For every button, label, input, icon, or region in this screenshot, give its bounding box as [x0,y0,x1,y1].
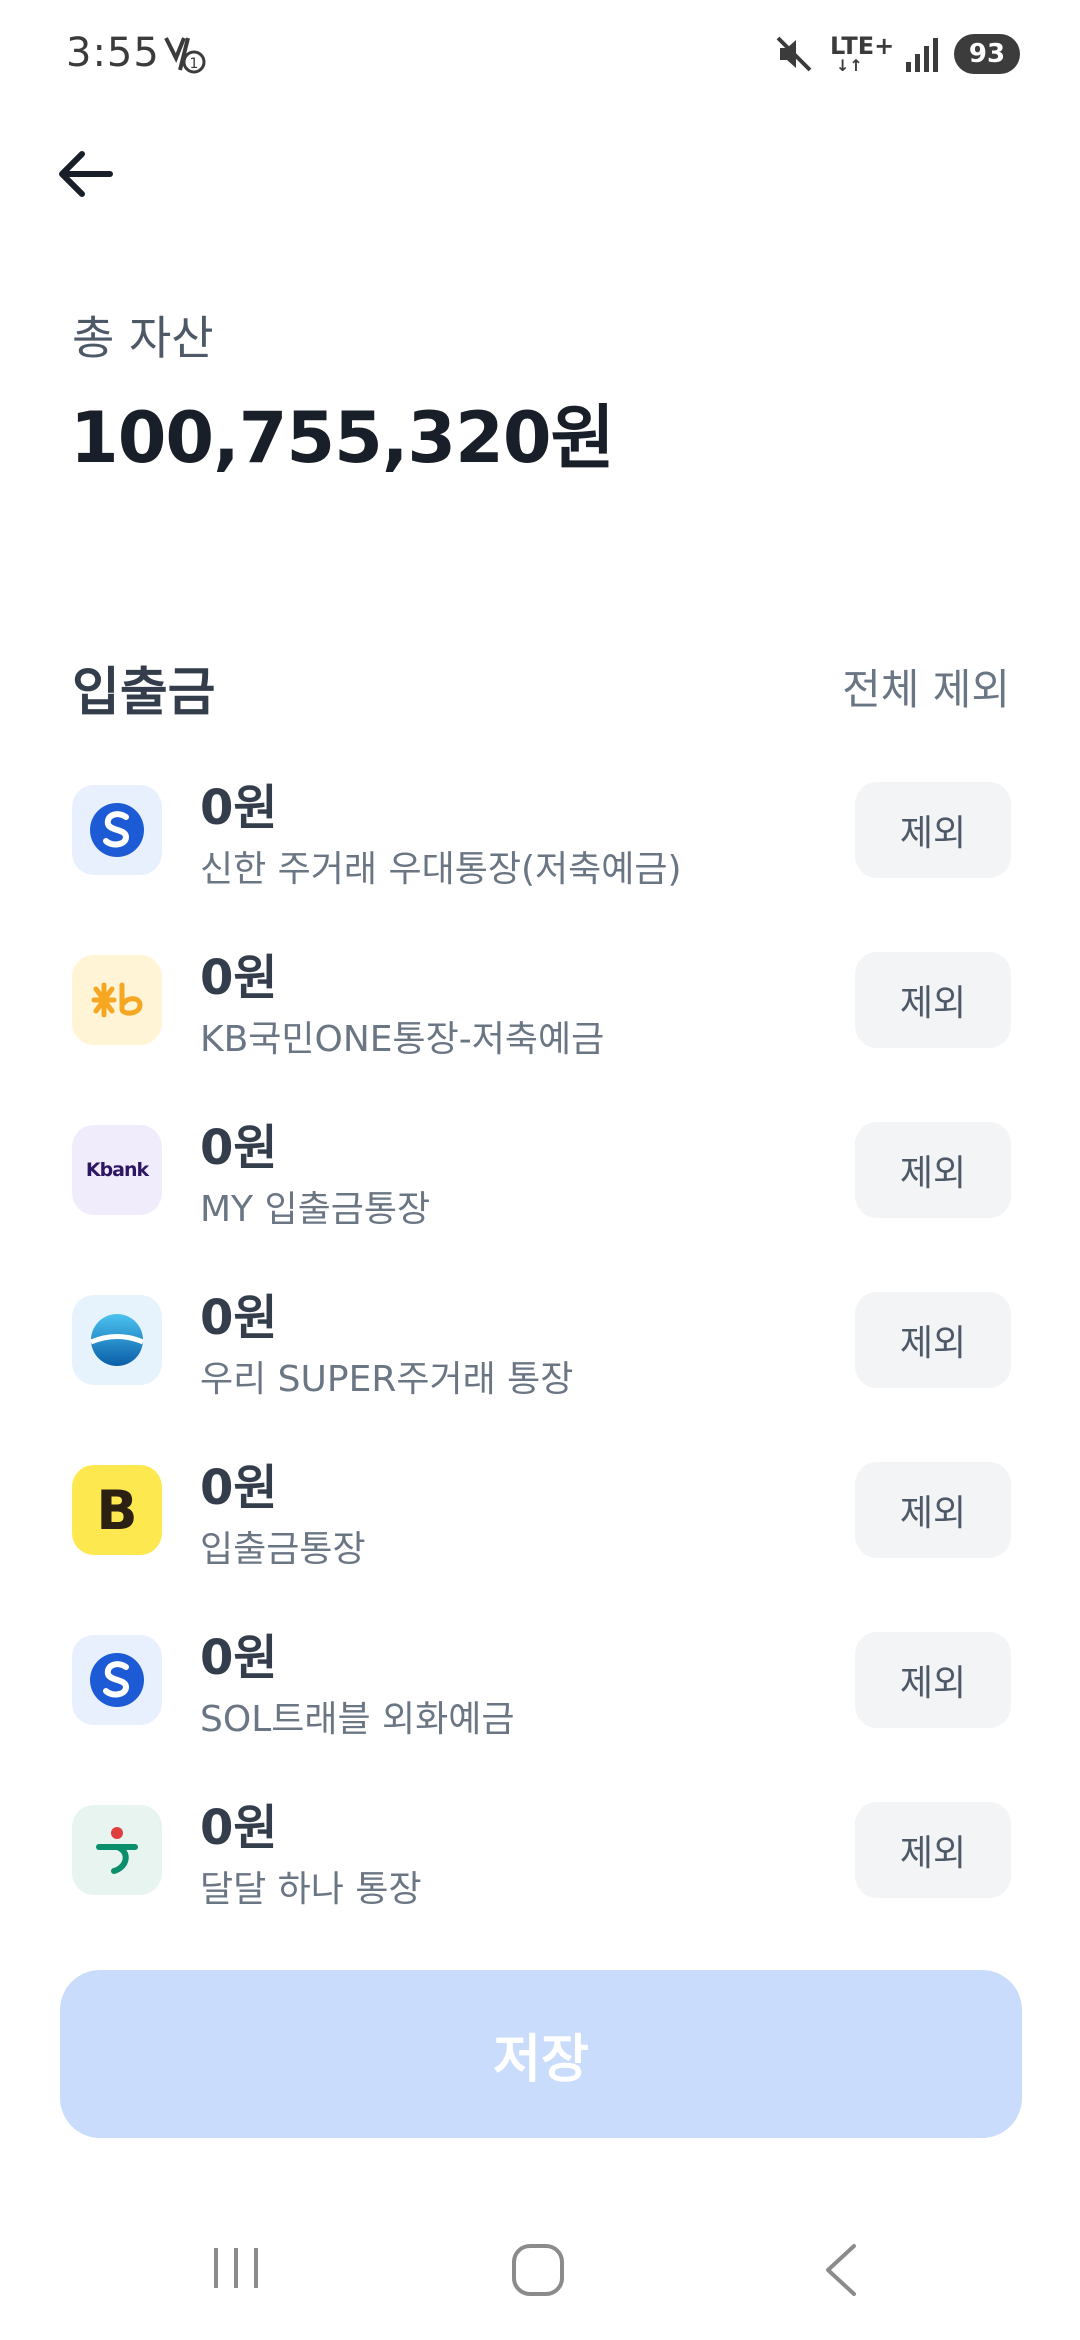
kakaobank-logo-icon: B [72,1465,162,1555]
account-row: 0원 달달 하나 통장 제외 [0,1780,1080,1950]
account-amount: 0원 [200,1800,278,1856]
account-name: 달달 하나 통장 [200,1869,422,1910]
lte-icon: LTE+ ↓↑ [830,32,895,75]
account-name: KB국민ONE통장-저축예금 [200,1019,605,1060]
account-row: 0원 SOL트래블 외화예금 제외 [0,1610,1080,1780]
back-button[interactable] [50,138,122,210]
shinhan-logo-icon [72,785,162,875]
account-name: 신한 주거래 우대통장(저축예금) [200,849,682,890]
total-assets-amount: 100,755,320원 [70,397,615,479]
exclude-all-button[interactable]: 전체 제외 [842,656,1010,717]
exclude-button[interactable]: 제외 [855,1462,1011,1558]
save-button[interactable]: 저장 [60,1970,1022,2138]
account-name: MY 입출금통장 [200,1189,431,1230]
account-row: Kbank 0원 MY 입출금통장 제외 [0,1100,1080,1270]
account-row: 0원 우리 SUPER주거래 통장 제외 [0,1270,1080,1440]
account-amount: 0원 [200,1120,278,1176]
exclude-button[interactable]: 제외 [855,1802,1011,1898]
notification-icon: 1 [162,32,208,76]
status-right: LTE+ ↓↑ 93 [774,28,1020,80]
account-row: 0원 신한 주거래 우대통장(저축예금) 제외 [0,760,1080,930]
account-amount: 0원 [200,780,278,836]
hana-logo-icon [72,1805,162,1895]
kbank-logo-icon: Kbank [72,1125,162,1215]
section-title: 입출금 [72,663,216,723]
system-back-icon[interactable] [820,2240,860,2300]
account-row: 0원 KB국민ONE통장-저축예금 제외 [0,930,1080,1100]
status-time: 3:55 [66,30,160,76]
status-bar: 3:55 1 LTE+ ↓↑ 93 [0,0,1080,110]
account-name: 입출금통장 [200,1529,366,1570]
exclude-button[interactable]: 제외 [855,1122,1011,1218]
account-amount: 0원 [200,950,278,1006]
account-list: 0원 신한 주거래 우대통장(저축예금) 제외 0원 KB국민ONE통장-저축예… [0,760,1080,1950]
exclude-button[interactable]: 제외 [855,952,1011,1048]
account-amount: 0원 [200,1290,278,1346]
arrow-left-icon [59,151,113,197]
shinhan-logo-icon [72,1635,162,1725]
total-assets-label: 총 자산 [72,311,214,365]
account-row: B 0원 입출금통장 제외 [0,1440,1080,1610]
battery-indicator: 93 [954,34,1020,74]
kbank-logo-text: Kbank [85,1159,149,1181]
exclude-button[interactable]: 제외 [855,782,1011,878]
woori-logo-icon [72,1295,162,1385]
svg-text:1: 1 [190,56,199,72]
account-name: SOL트래블 외화예금 [200,1699,515,1740]
account-name: 우리 SUPER주거래 통장 [200,1359,574,1400]
exclude-button[interactable]: 제외 [855,1292,1011,1388]
account-amount: 0원 [200,1630,278,1686]
mute-icon [774,34,814,74]
account-amount: 0원 [200,1460,278,1516]
recent-apps-icon[interactable] [208,2244,264,2292]
kakaobank-logo-text: B [96,1478,138,1542]
exclude-button[interactable]: 제외 [855,1632,1011,1728]
home-icon[interactable] [510,2242,566,2298]
system-nav-bar [0,2220,1080,2340]
kb-logo-icon [72,955,162,1045]
signal-icon [904,36,938,72]
